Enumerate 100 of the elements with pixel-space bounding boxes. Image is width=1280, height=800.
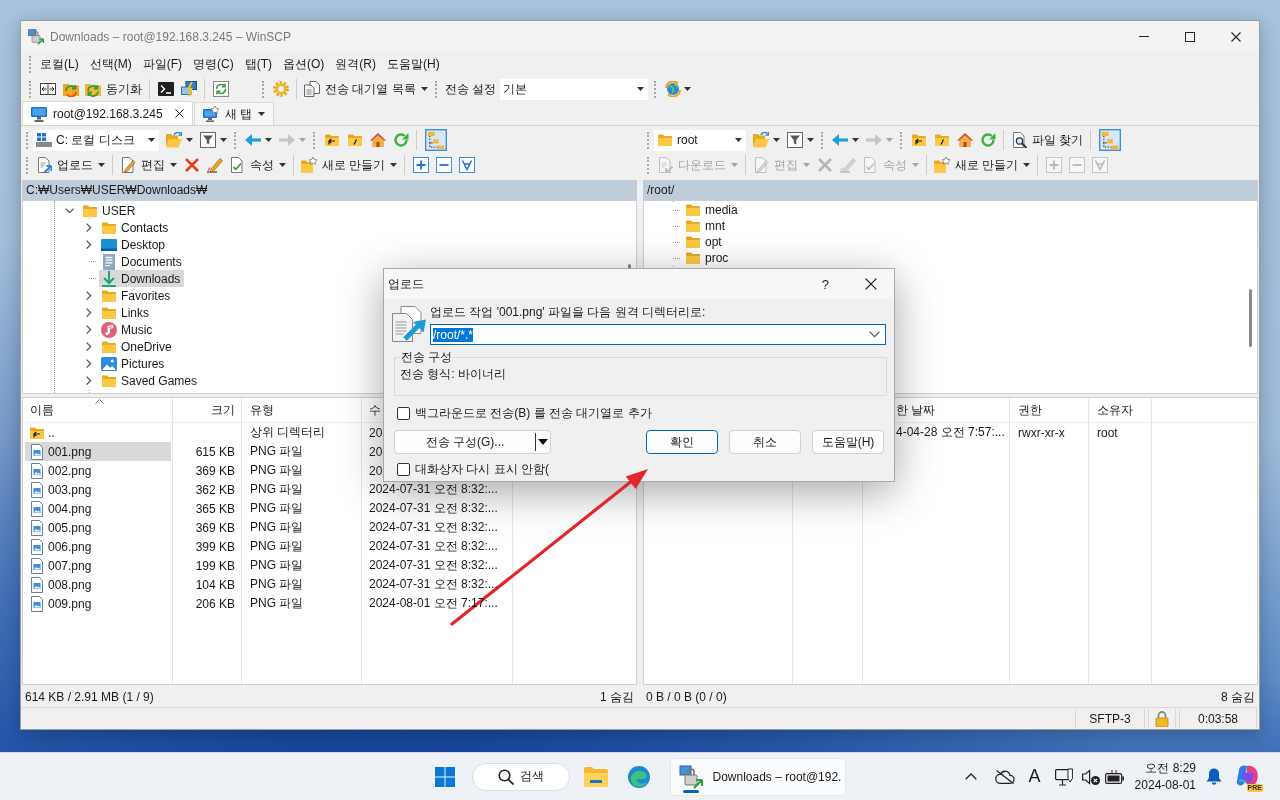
column-header[interactable]: 크기 [195,398,235,422]
menu-item[interactable]: 옵션(O) [279,53,329,75]
file-name[interactable]: 006.png [25,537,171,556]
target-directory-field[interactable]: /root/*.* [430,324,886,345]
tree-item[interactable]: Links [99,304,153,321]
scrollbar-thumb[interactable] [1249,289,1252,347]
checkbox[interactable] [397,462,410,476]
tree-item[interactable]: Downloads [99,270,185,287]
menu-item[interactable]: 파일(F) [138,53,186,75]
monitor-lightning-icon[interactable] [180,81,197,97]
column-header[interactable]: 수 [369,398,383,422]
folder-icon[interactable] [583,766,608,787]
file-name[interactable]: .. [25,423,171,442]
close-icon[interactable] [174,109,184,118]
caret-icon[interactable] [773,138,780,142]
speaker-muted-icon[interactable] [1081,768,1100,785]
chevron-right-icon[interactable] [86,239,92,250]
caret-icon[interactable] [220,138,227,142]
chevron-right-icon[interactable] [86,324,92,335]
file-name[interactable]: 004.png [25,499,171,518]
column-header[interactable]: 한 날짜 [896,398,956,422]
home-icon[interactable] [369,132,386,148]
folder-tree-icon[interactable] [424,129,447,151]
menu-item[interactable]: 명령(C) [189,53,238,75]
triangle-box-icon[interactable] [458,157,475,173]
file-name[interactable]: 001.png [25,442,171,461]
tree-item[interactable]: proc [683,250,733,266]
caret-icon[interactable] [684,87,691,91]
clock-date[interactable]: 2024-08-01 [1134,776,1196,794]
browser-swirl-icon[interactable] [627,765,650,788]
session-tab[interactable]: root@192.168.3.245 [22,101,193,125]
chevron-right-icon[interactable] [86,358,92,369]
monitor-pen-icon[interactable] [1054,767,1073,786]
chevron-down-icon[interactable] [65,207,75,214]
chevron-right-icon[interactable] [86,290,92,301]
new-button[interactable]: 새로 만들기 [298,154,401,176]
root-folder-icon[interactable] [346,132,363,148]
location-dropdown[interactable]: root [654,129,746,151]
close-icon[interactable] [865,278,877,290]
file-name[interactable]: 009.png [25,594,171,613]
taskbar-app-button[interactable]: Downloads – root@192. [669,757,846,796]
file-name[interactable]: 008.png [25,575,171,594]
tree-item[interactable]: USER [80,202,140,219]
tree-item[interactable]: Music [99,321,157,338]
file-name[interactable]: 002.png [25,461,171,480]
tree-item[interactable]: opt [683,234,726,250]
dialog-button[interactable]: 취소 [729,430,801,454]
padlock-icon[interactable] [1154,710,1170,727]
parent-folder-icon[interactable] [323,132,340,148]
file-name[interactable]: 007.png [25,556,171,575]
transfer-settings-button[interactable]: 전송 구성(G)... [394,430,551,454]
search-box[interactable]: 검색 [471,762,570,791]
tree-item[interactable]: Contacts [99,219,173,236]
root-folder-icon[interactable] [933,132,950,148]
compare-arrows-icon[interactable] [39,81,56,97]
folder-sync-icon[interactable] [62,81,79,97]
column-header[interactable]: 유형 [250,398,310,422]
caret-icon[interactable] [265,138,272,142]
funnel-icon[interactable] [199,132,216,148]
terminal-icon[interactable] [157,81,174,97]
tree-item[interactable]: Desktop [99,236,170,253]
folder-tree-icon[interactable] [1098,129,1121,151]
help-button[interactable]: ? [821,276,829,292]
chevron-right-icon[interactable] [86,307,92,318]
caret-icon[interactable] [807,138,814,142]
tree-item[interactable]: OneDrive [99,338,176,355]
tree-item[interactable]: Pictures [99,355,169,372]
clock-time[interactable]: 오전 8:29 [1145,759,1196,777]
rainbow-app-icon[interactable] [1236,763,1260,788]
close-icon[interactable] [1231,31,1241,42]
plus-box-icon[interactable] [412,157,429,173]
battery-icon[interactable] [1104,769,1124,784]
cloud-off-icon[interactable] [994,769,1015,784]
chevron-right-icon[interactable] [86,341,92,352]
tree-item[interactable]: Documents [99,253,186,270]
tree-item[interactable]: Saved Games [99,372,202,389]
upload-button[interactable]: 업로드 [33,154,108,176]
chevron-up-icon[interactable] [964,773,977,780]
chevron-right-icon[interactable] [86,222,92,233]
transfer-settings-dropdown[interactable]: 기본 [500,78,648,100]
windows-logo-icon[interactable] [434,766,455,787]
properties-button[interactable]: 속성 [226,154,289,176]
checkbox-label[interactable]: 백그라운드로 전송(B) 를 전송 대기열로 추가 [415,404,652,422]
chevron-right-icon[interactable] [86,375,92,386]
file-name[interactable]: 005.png [25,518,171,537]
location-dropdown[interactable]: C: 로컬 디스크 [33,129,159,151]
caret-icon[interactable] [852,138,859,142]
caret-icon[interactable] [186,138,193,142]
find-files-button[interactable]: 파일 찾기 [1008,129,1087,151]
menu-item[interactable]: 원격(R) [331,53,380,75]
dialog-button[interactable]: 도움말(H) [812,430,884,454]
parent-folder-icon[interactable] [910,132,927,148]
menu-item[interactable]: 선택(M) [85,53,136,75]
column-header[interactable]: 권한 [1018,398,1058,422]
bell-icon[interactable] [1206,768,1222,785]
edit-button[interactable]: 편집 [117,154,180,176]
new-tab-button[interactable]: 새 탭 [193,102,274,125]
minus-box-icon[interactable] [435,157,452,173]
checkbox[interactable] [397,406,410,420]
tree-item[interactable]: media [683,202,742,218]
